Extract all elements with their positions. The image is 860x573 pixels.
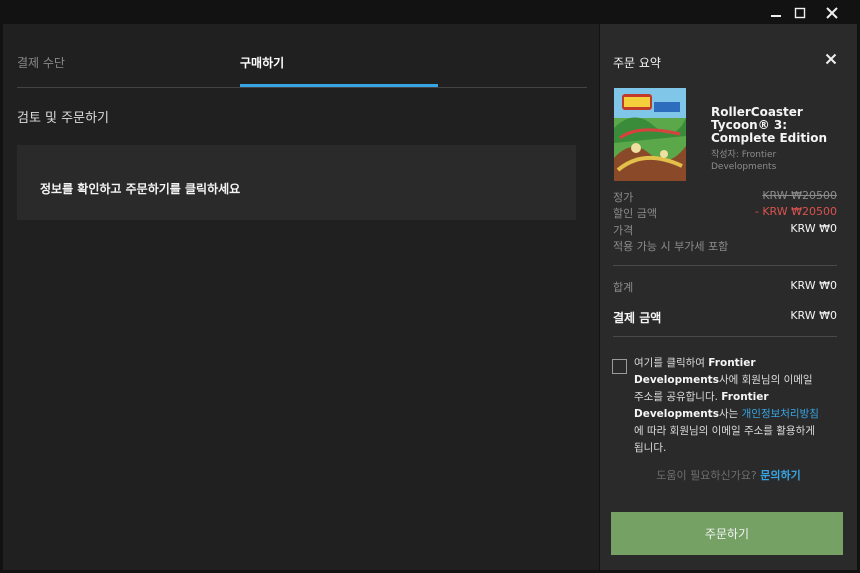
privacy-policy-link[interactable]: 개인정보처리방침 bbox=[742, 408, 819, 420]
game-publisher: 작성자: Frontier Developments bbox=[711, 150, 777, 172]
summary-title: 주문 요약 bbox=[613, 56, 661, 70]
review-title: 검토 및 주문하기 bbox=[17, 111, 109, 126]
total-label: 합계 bbox=[613, 281, 634, 294]
maximize-icon[interactable] bbox=[790, 3, 810, 23]
discount-value: - KRW ₩20500 bbox=[754, 205, 837, 218]
tab-payment-method[interactable]: 결제 수단 bbox=[17, 54, 65, 71]
help-question: 도움이 필요하신가요? bbox=[656, 469, 761, 482]
contact-link[interactable]: 문의하기 bbox=[760, 469, 800, 482]
help-line: 도움이 필요하신가요? 문의하기 bbox=[600, 467, 857, 483]
payment-row: 결제 금액 KRW ₩0 bbox=[613, 309, 837, 326]
game-thumbnail bbox=[614, 88, 686, 181]
close-summary-icon[interactable] bbox=[823, 51, 839, 67]
consent-text-4: 에 따라 회원님의 이메일 주소를 활용하게 됩니다. bbox=[634, 425, 815, 454]
order-summary-panel: 주문 요약 RollerCoaster Tycoon® 3: Complete … bbox=[600, 24, 857, 570]
email-share-checkbox[interactable] bbox=[612, 359, 627, 374]
info-box: 정보를 확인하고 주문하기를 클릭하세요 bbox=[17, 145, 576, 220]
vat-note: 적용 가능 시 부가세 포함 bbox=[613, 240, 729, 253]
active-tab-indicator bbox=[240, 84, 438, 87]
price-label: 정가 bbox=[613, 191, 634, 204]
tab-purchase[interactable]: 구매하기 bbox=[240, 54, 284, 71]
final-price-row: 가격 KRW ₩0 bbox=[613, 222, 837, 238]
price-row: 정가 KRW ₩20500 bbox=[613, 189, 837, 205]
final-price-value: KRW ₩0 bbox=[790, 222, 837, 235]
discount-label: 할인 금액 bbox=[613, 207, 657, 220]
price-value: KRW ₩20500 bbox=[762, 189, 837, 202]
discount-row: 할인 금액 - KRW ₩20500 bbox=[613, 205, 837, 221]
final-price-label: 가격 bbox=[613, 224, 634, 237]
place-order-button[interactable]: 주문하기 bbox=[611, 512, 843, 555]
info-text: 정보를 확인하고 주문하기를 클릭하세요 bbox=[40, 182, 241, 196]
game-title: RollerCoaster Tycoon® 3: Complete Editio… bbox=[711, 105, 827, 145]
title-bar bbox=[0, 0, 860, 24]
tab-divider bbox=[17, 87, 587, 88]
consent-text-1: 여기를 클릭하여 bbox=[634, 357, 709, 369]
consent-text-3: 사는 bbox=[718, 408, 742, 420]
email-consent-text: 여기를 클릭하여 Frontier Developments사에 회원님의 이메… bbox=[634, 355, 824, 457]
total-row: 합계 KRW ₩0 bbox=[613, 279, 837, 295]
total-value: KRW ₩0 bbox=[790, 279, 837, 292]
minimize-icon[interactable] bbox=[766, 3, 786, 23]
summary-divider bbox=[613, 265, 837, 266]
close-icon[interactable] bbox=[822, 3, 842, 23]
payment-label: 결제 금액 bbox=[613, 311, 662, 325]
checkout-window: 결제 수단 구매하기 검토 및 주문하기 정보를 확인하고 주문하기를 클릭하세… bbox=[0, 0, 860, 573]
payment-value: KRW ₩0 bbox=[790, 309, 837, 322]
checkout-main-panel: 결제 수단 구매하기 검토 및 주문하기 정보를 확인하고 주문하기를 클릭하세… bbox=[3, 24, 599, 570]
summary-divider-bottom bbox=[613, 336, 837, 337]
